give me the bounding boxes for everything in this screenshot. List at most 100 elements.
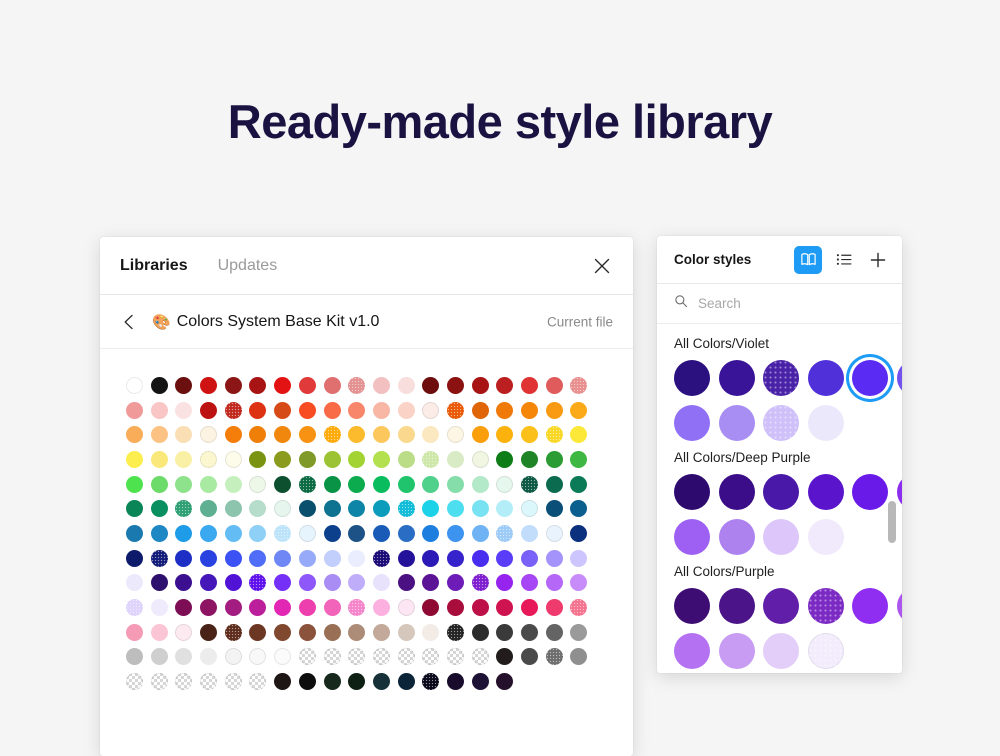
color-swatch[interactable]: [398, 648, 415, 665]
color-swatch[interactable]: [496, 574, 513, 591]
color-swatch[interactable]: [521, 648, 538, 665]
color-swatch[interactable]: [274, 426, 291, 443]
color-swatch[interactable]: [496, 402, 513, 419]
color-swatch[interactable]: [249, 624, 266, 641]
color-swatch[interactable]: [546, 426, 563, 443]
color-swatch[interactable]: [274, 402, 291, 419]
color-swatch[interactable]: [496, 673, 513, 690]
color-swatch[interactable]: [299, 648, 316, 665]
color-swatch[interactable]: [200, 426, 217, 443]
color-style-swatch[interactable]: [674, 633, 710, 669]
color-swatch[interactable]: [299, 599, 316, 616]
color-swatch[interactable]: [422, 624, 439, 641]
color-swatch[interactable]: [546, 648, 563, 665]
color-swatch[interactable]: [472, 673, 489, 690]
color-swatch[interactable]: [496, 550, 513, 567]
color-swatch[interactable]: [348, 500, 365, 517]
color-swatch[interactable]: [373, 377, 390, 394]
color-swatch[interactable]: [274, 377, 291, 394]
color-swatch[interactable]: [546, 550, 563, 567]
color-swatch[interactable]: [447, 426, 464, 443]
color-swatch[interactable]: [398, 500, 415, 517]
color-swatch[interactable]: [422, 377, 439, 394]
color-swatch[interactable]: [126, 574, 143, 591]
color-swatch[interactable]: [324, 377, 341, 394]
color-swatch[interactable]: [249, 426, 266, 443]
color-swatch[interactable]: [447, 451, 464, 468]
search-row[interactable]: Search: [657, 284, 902, 324]
color-swatch[interactable]: [447, 599, 464, 616]
color-swatch[interactable]: [521, 377, 538, 394]
color-swatch[interactable]: [225, 500, 242, 517]
color-swatch[interactable]: [324, 599, 341, 616]
color-style-swatch[interactable]: [852, 588, 888, 624]
color-swatch[interactable]: [126, 624, 143, 641]
color-swatch[interactable]: [175, 377, 192, 394]
color-swatch[interactable]: [570, 402, 587, 419]
color-swatch[interactable]: [324, 402, 341, 419]
color-swatch[interactable]: [175, 648, 192, 665]
chevron-left-icon[interactable]: [120, 313, 138, 331]
color-swatch[interactable]: [570, 377, 587, 394]
color-swatch[interactable]: [249, 599, 266, 616]
color-swatch[interactable]: [422, 451, 439, 468]
color-swatch[interactable]: [249, 500, 266, 517]
color-swatch[interactable]: [422, 476, 439, 493]
color-swatch[interactable]: [373, 476, 390, 493]
color-swatch[interactable]: [398, 426, 415, 443]
color-swatch[interactable]: [373, 426, 390, 443]
color-swatch[interactable]: [126, 476, 143, 493]
color-swatch[interactable]: [175, 500, 192, 517]
color-swatch[interactable]: [274, 574, 291, 591]
color-swatch[interactable]: [570, 525, 587, 542]
color-swatch[interactable]: [274, 624, 291, 641]
color-swatch[interactable]: [225, 550, 242, 567]
list-icon[interactable]: [832, 248, 856, 272]
color-swatch[interactable]: [151, 624, 168, 641]
color-swatch[interactable]: [447, 377, 464, 394]
color-swatch[interactable]: [496, 648, 513, 665]
color-swatch[interactable]: [151, 451, 168, 468]
color-swatch[interactable]: [546, 525, 563, 542]
color-swatch[interactable]: [521, 476, 538, 493]
color-swatch[interactable]: [274, 500, 291, 517]
color-swatch[interactable]: [447, 624, 464, 641]
color-swatch[interactable]: [324, 525, 341, 542]
color-swatch[interactable]: [249, 648, 266, 665]
color-swatch[interactable]: [151, 402, 168, 419]
color-style-swatch[interactable]: [852, 474, 888, 510]
color-swatch[interactable]: [447, 648, 464, 665]
color-swatch[interactable]: [299, 525, 316, 542]
vertical-scrollbar[interactable]: [886, 324, 898, 672]
color-style-swatch[interactable]: [808, 360, 844, 396]
color-swatch[interactable]: [175, 476, 192, 493]
color-swatch[interactable]: [398, 624, 415, 641]
color-swatch[interactable]: [348, 402, 365, 419]
color-swatch[interactable]: [496, 500, 513, 517]
color-swatch[interactable]: [348, 550, 365, 567]
color-swatch[interactable]: [422, 500, 439, 517]
color-swatch[interactable]: [175, 451, 192, 468]
color-swatch[interactable]: [225, 377, 242, 394]
color-swatch[interactable]: [570, 648, 587, 665]
color-swatch[interactable]: [200, 574, 217, 591]
color-swatch[interactable]: [546, 451, 563, 468]
color-swatch[interactable]: [373, 624, 390, 641]
color-swatch[interactable]: [249, 451, 266, 468]
color-swatch[interactable]: [348, 673, 365, 690]
color-swatch[interactable]: [225, 402, 242, 419]
color-style-swatch[interactable]: [719, 474, 755, 510]
color-swatch[interactable]: [570, 599, 587, 616]
color-swatch[interactable]: [151, 673, 168, 690]
color-swatch[interactable]: [521, 599, 538, 616]
tab-libraries[interactable]: Libraries: [120, 257, 188, 275]
color-swatch[interactable]: [175, 550, 192, 567]
color-swatch[interactable]: [496, 476, 513, 493]
color-swatch[interactable]: [422, 525, 439, 542]
color-swatch[interactable]: [521, 550, 538, 567]
color-swatch[interactable]: [225, 574, 242, 591]
color-style-swatch[interactable]: [674, 405, 710, 441]
color-swatch[interactable]: [373, 550, 390, 567]
tab-updates[interactable]: Updates: [218, 257, 278, 275]
color-swatch[interactable]: [151, 500, 168, 517]
